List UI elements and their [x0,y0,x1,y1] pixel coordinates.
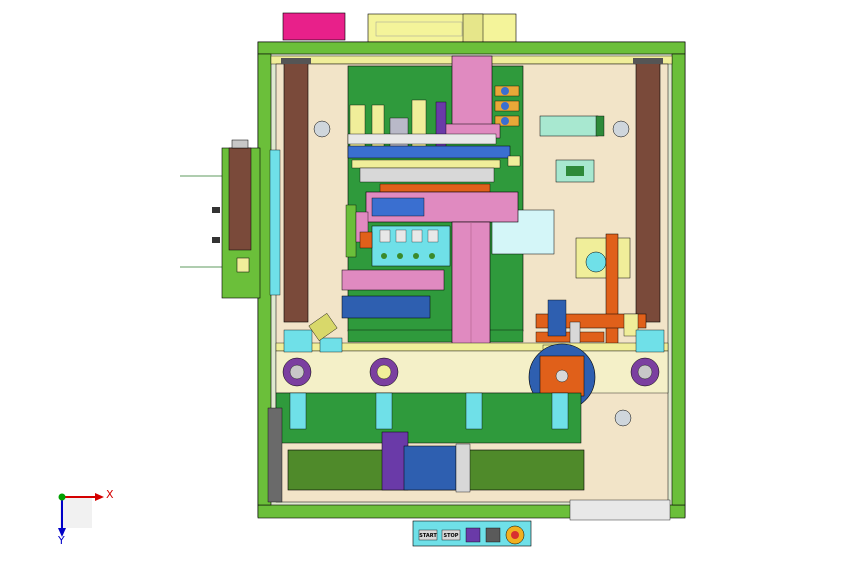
left-rail [283,59,309,323]
y-axis-label: Y [57,534,65,547]
mount-hole [612,120,630,138]
stop-button[interactable]: STOP [441,529,461,541]
side-panel-brown [228,147,252,251]
top-tray-block [462,13,484,43]
reset-icon[interactable] [465,527,481,543]
frame-right-bar [671,53,686,506]
mount-hole [614,409,632,427]
right-rail [635,59,661,323]
start-button[interactable]: START [418,529,437,541]
lower-plate [275,392,582,444]
station-dial [282,357,312,387]
station-dial [369,357,399,387]
pneumatic-fittings [494,85,520,127]
coordinate-axes: X Y [57,488,114,547]
top-tray [367,13,517,43]
control-panel: START STOP [412,520,532,547]
frame-top-bar [257,41,686,55]
x-axis-label: X [106,488,114,501]
svg-text:START: START [419,533,437,539]
mount-hole [313,120,331,138]
machine-drawing: START STOP X Y [57,12,686,547]
side-cyan-strip [269,149,281,296]
station-dial [630,357,660,387]
mode-switch-icon[interactable] [485,527,501,543]
svg-text:STOP: STOP [444,533,459,539]
top-magenta-box [282,12,346,41]
